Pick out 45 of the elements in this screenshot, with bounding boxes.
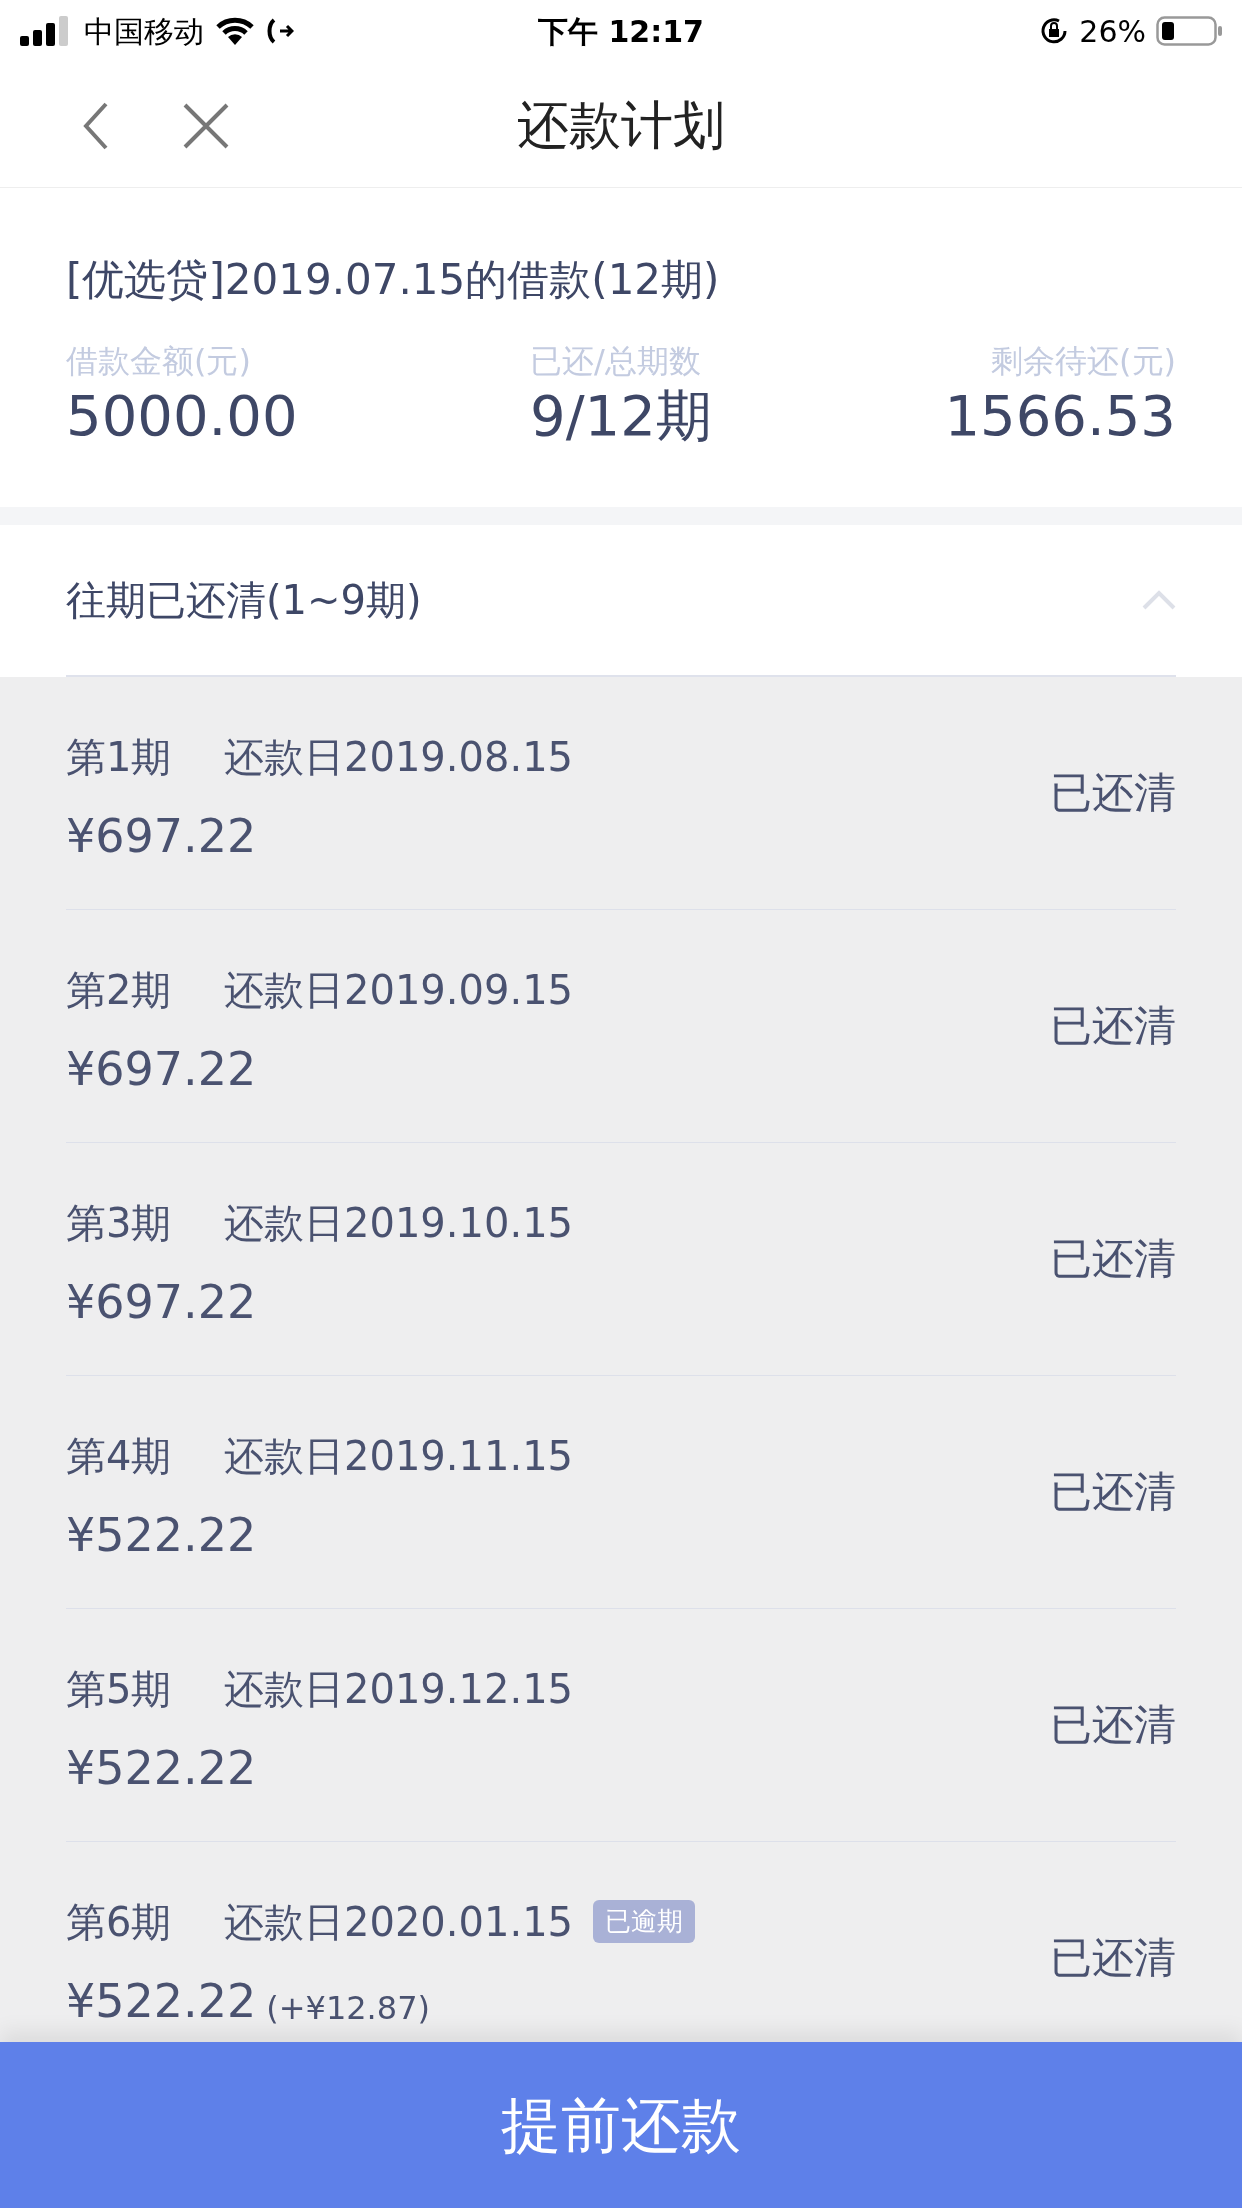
wifi-icon <box>216 17 254 45</box>
period-label: 第3期 <box>66 1198 173 1248</box>
amount: ¥522.22 <box>66 1511 257 1558</box>
status-label: 已还清 <box>1050 1000 1176 1052</box>
status-label: 已还清 <box>1050 1466 1176 1518</box>
prepay-button[interactable]: 提前还款 <box>0 2042 1242 2208</box>
penalty-amount: (+¥12.87) <box>266 1991 430 2024</box>
back-icon <box>82 102 110 150</box>
due-date: 还款日2019.12.15 <box>224 1664 574 1714</box>
page-title: 还款计划 <box>517 93 725 157</box>
period-label: 第5期 <box>66 1664 173 1714</box>
stat-label: 已还/总期数 <box>530 340 701 381</box>
stat-value: 5000.00 <box>66 381 298 450</box>
amount: ¥522.22 <box>66 1977 257 2024</box>
stat-label: 借款金额(元) <box>66 340 251 381</box>
amount: ¥697.22 <box>66 1045 257 1092</box>
due-date: 还款日2020.01.15 <box>224 1897 574 1947</box>
period-label: 第2期 <box>66 965 173 1015</box>
status-label: 已还清 <box>1050 1699 1176 1751</box>
stat-value: 1566.53 <box>944 381 1176 450</box>
section-header[interactable]: 往期已还清(1~9期) <box>66 524 1176 677</box>
close-icon <box>183 103 229 149</box>
amount: ¥522.22 <box>66 1744 257 1791</box>
due-date: 还款日2019.11.15 <box>224 1431 574 1481</box>
section-title: 往期已还清(1~9期) <box>66 575 422 625</box>
status-label: 已还清 <box>1050 1233 1176 1285</box>
overdue-tag: 已逾期 <box>593 1900 696 1943</box>
battery-icon <box>1156 16 1222 46</box>
carrier-name: 中国移动 <box>84 12 204 51</box>
amount: ¥697.22 <box>66 1278 257 1325</box>
period-label: 第6期 <box>66 1897 173 1947</box>
status-label: 已还清 <box>1050 767 1176 819</box>
period-label: 第1期 <box>66 732 173 782</box>
due-date: 还款日2019.10.15 <box>224 1198 574 1248</box>
phone-icon <box>266 17 294 45</box>
battery-percent: 26% <box>1079 12 1146 51</box>
stat-label: 剩余待还(元) <box>991 340 1176 381</box>
due-date: 还款日2019.09.15 <box>224 965 574 1015</box>
due-date: 还款日2019.08.15 <box>224 732 574 782</box>
amount: ¥697.22 <box>66 812 257 859</box>
status-label: 已还清 <box>1050 1932 1176 1984</box>
period-label: 第4期 <box>66 1431 173 1481</box>
status-time: 下午 12:17 <box>538 12 704 51</box>
loan-title: [优选贷]2019.07.15的借款(12期) <box>66 254 721 306</box>
stat-value: 9/12期 <box>530 381 712 450</box>
